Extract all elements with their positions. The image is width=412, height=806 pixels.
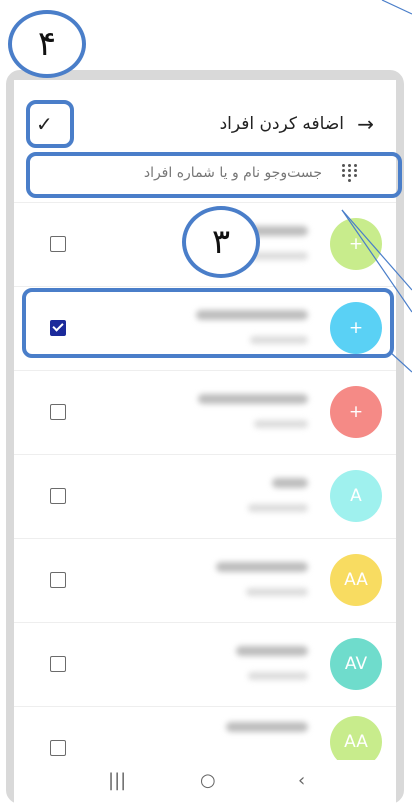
highlight-search-bar <box>26 152 402 198</box>
step-4-badge: ۴ <box>8 10 86 78</box>
highlight-done-button <box>26 100 74 148</box>
step-3-badge: ۳ <box>182 206 260 278</box>
highlight-selected-contact <box>22 288 394 358</box>
